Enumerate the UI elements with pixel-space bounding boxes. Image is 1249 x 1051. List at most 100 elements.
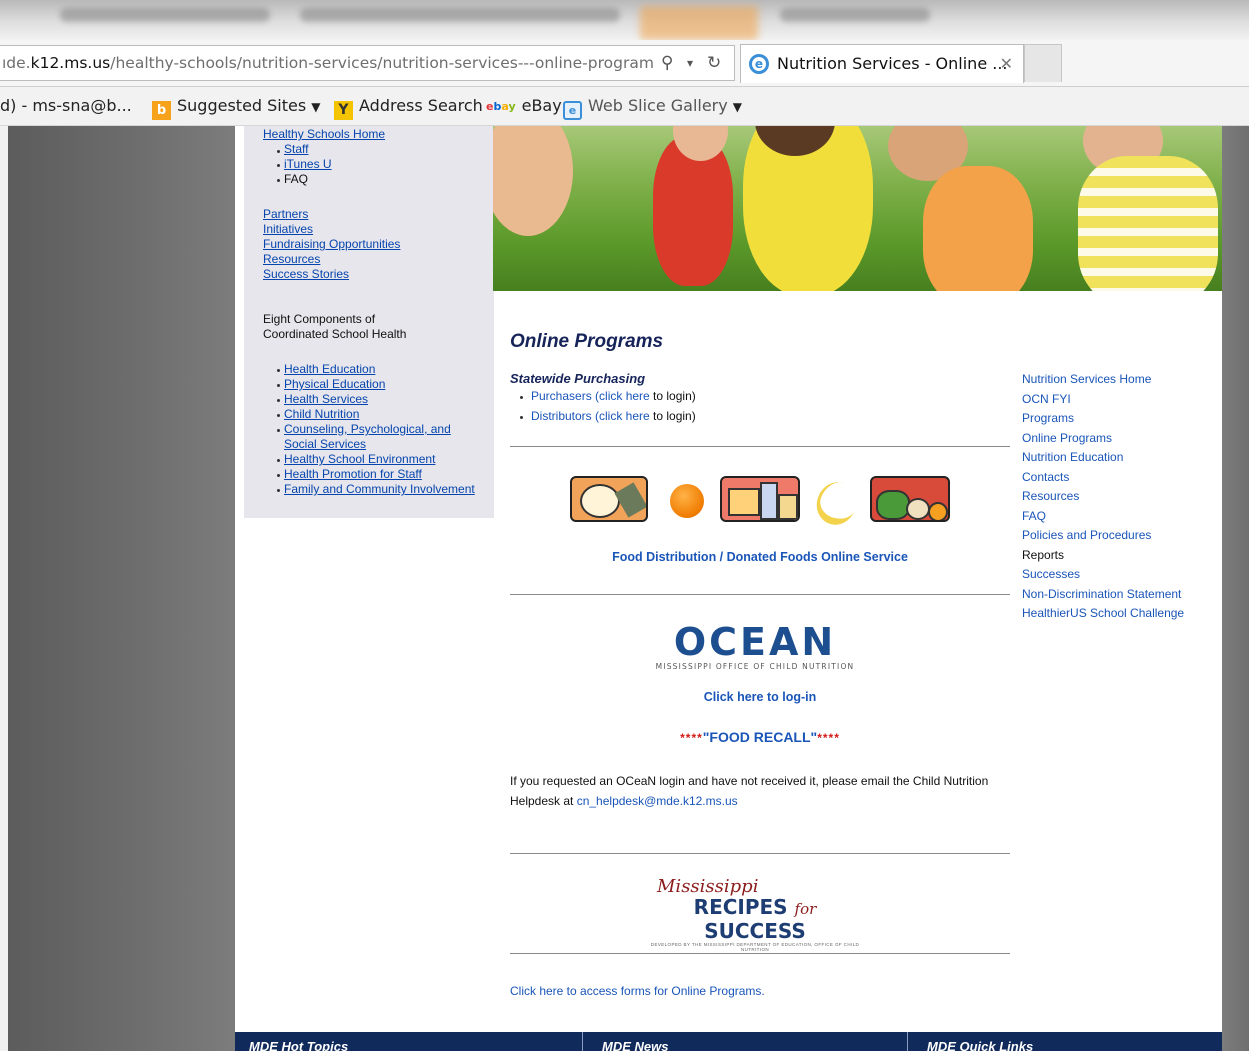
search-icon[interactable]: ⚲ (661, 46, 673, 80)
right-nav-item[interactable]: Contacts (1022, 470, 1069, 484)
right-nav-item[interactable]: Online Programs (1022, 431, 1112, 445)
bullet (277, 164, 280, 167)
recipes-for-success-logo[interactable]: Mississippi RECIPES for SUCCESS DEVELOPE… (647, 878, 863, 953)
bullet (277, 369, 280, 372)
fav-account[interactable]: d) - ms-sna@b... (0, 87, 132, 125)
right-nav-item[interactable]: Nutrition Education (1022, 450, 1123, 464)
child-arm-shape (493, 126, 573, 236)
right-nav-item[interactable]: Nutrition Services Home (1022, 372, 1151, 386)
footer-hot-topics[interactable]: MDE Hot Topics (249, 1039, 348, 1051)
online-program-forms-link[interactable]: Click here to access forms for Online Pr… (510, 984, 765, 998)
url-text[interactable]: ıde.k12.ms.us/healthy-schools/nutrition-… (2, 46, 654, 80)
tab-title: Nutrition Services - Online ... (777, 54, 1008, 73)
bullet (277, 429, 280, 432)
nav-health-promotion-staff[interactable]: Health Promotion for Staff (284, 467, 422, 482)
nav-health-education[interactable]: Health Education (284, 362, 375, 377)
tab-nutrition-services[interactable]: e Nutrition Services - Online ... ✕ (740, 44, 1024, 83)
chevron-down-icon: ▼ (311, 100, 321, 114)
yahoo-icon: Y (334, 101, 353, 120)
bullet (277, 399, 280, 402)
bullet (277, 150, 280, 153)
fav-web-slice-gallery[interactable]: e Web Slice Gallery ▼ (563, 87, 742, 126)
right-nav-item[interactable]: Programs (1022, 411, 1074, 425)
nav-healthy-school-environment[interactable]: Healthy School Environment (284, 452, 435, 467)
address-bar[interactable]: ıde.k12.ms.us/healthy-schools/nutrition-… (0, 45, 735, 81)
fav-address-search[interactable]: Y Address Search (334, 87, 483, 125)
right-nav-item[interactable]: Policies and Procedures (1022, 528, 1151, 542)
bing-icon: b (152, 101, 171, 120)
right-nav-item[interactable]: Non-Discrimination Statement (1022, 587, 1181, 601)
nav-success-stories[interactable]: Success Stories (263, 267, 349, 282)
food-clipart-dinner-icon[interactable] (570, 476, 648, 522)
nav-health-services[interactable]: Health Services (284, 392, 368, 407)
ocean-logo-text: OCEAN (673, 620, 837, 664)
nav-staff[interactable]: Staff (284, 142, 308, 157)
fav-suggested-sites[interactable]: b Suggested Sites ▼ (152, 87, 320, 126)
right-nav: Nutrition Services Home OCN FYI Programs… (1022, 370, 1184, 624)
distributors-line: Distributors (click here to login) (531, 409, 696, 423)
window-titlebar (0, 0, 1249, 40)
left-nav: Healthy Schools Home Staff iTunes U FAQ … (244, 126, 494, 518)
blurred-title-text (300, 8, 620, 22)
login-suffix: to login) (649, 409, 696, 423)
nav-counseling-cont[interactable]: Social Services (284, 437, 366, 452)
right-nav-item[interactable]: FAQ (1022, 509, 1046, 523)
food-distribution-link[interactable]: Food Distribution / Donated Foods Online… (510, 550, 1010, 564)
recipes-logo-word: RECIPES (693, 895, 788, 919)
footer-separator (907, 1032, 908, 1051)
login-notice: If you requested an OCeaN login and have… (510, 771, 990, 811)
footer-quick-links[interactable]: MDE Quick Links (927, 1039, 1033, 1051)
blurred-title-text (780, 8, 930, 22)
recipes-logo-success: SUCCESS (704, 919, 806, 943)
footer-news[interactable]: MDE News (602, 1039, 668, 1051)
ocean-logo[interactable]: OCEAN MISSISSIPPI OFFICE OF CHILD NUTRIT… (647, 623, 863, 673)
recall-text: "FOOD RECALL" (702, 729, 818, 745)
ocean-login-link[interactable]: Click here to log-in (510, 690, 1010, 704)
nav-resources[interactable]: Resources (263, 252, 320, 267)
child-orange-shirt (923, 166, 1033, 291)
web-slice-icon: e (563, 101, 582, 120)
chevron-down-icon: ▼ (732, 100, 742, 114)
ocean-logo-subtitle: MISSISSIPPI OFFICE OF CHILD NUTRITION (655, 662, 855, 671)
purchasers-link[interactable]: Purchasers (click here (531, 389, 650, 403)
purchasers-line: Purchasers (click here to login) (531, 389, 696, 403)
food-clipart-dairy-icon[interactable] (720, 476, 800, 522)
nav-itunes-u[interactable]: iTunes U (284, 157, 332, 172)
nav-fundraising[interactable]: Fundraising Opportunities (263, 237, 400, 252)
nav-child-nutrition[interactable]: Child Nutrition (284, 407, 359, 422)
helpdesk-email-link[interactable]: cn_helpdesk@mde.k12.ms.us (577, 794, 738, 808)
bullet (277, 459, 280, 462)
right-nav-item-current: Reports (1022, 547, 1065, 562)
right-nav-item[interactable]: Resources (1022, 489, 1079, 503)
food-recall-link[interactable]: ****"FOOD RECALL"**** (510, 729, 1010, 745)
divider (510, 953, 1010, 954)
divider (510, 446, 1010, 447)
fav-ebay[interactable]: ebay eBay (486, 87, 562, 126)
nav-counseling[interactable]: Counseling, Psychological, and (284, 422, 451, 437)
components-heading: Coordinated School Health (263, 327, 407, 341)
banana-icon (810, 476, 863, 531)
food-clipart-produce-icon[interactable] (870, 476, 950, 522)
hero-image (493, 126, 1222, 291)
components-heading: Eight Components of (263, 312, 376, 326)
nav-family-community[interactable]: Family and Community Involvement (284, 482, 475, 497)
refresh-icon[interactable]: ↻ (707, 46, 721, 80)
close-tab-icon[interactable]: ✕ (1000, 45, 1013, 83)
orange-icon (670, 484, 704, 518)
nav-faq[interactable]: FAQ (284, 172, 308, 187)
bullet (277, 179, 280, 182)
dropdown-arrow-icon[interactable]: ▾ (687, 46, 693, 80)
right-nav-item[interactable]: HealthierUS School Challenge (1022, 606, 1184, 620)
right-nav-item[interactable]: OCN FYI (1022, 392, 1071, 406)
right-nav-item[interactable]: Successes (1022, 567, 1080, 581)
ie-icon: e (749, 54, 769, 74)
nav-partners[interactable]: Partners (263, 207, 308, 222)
recipes-logo-credit: DEVELOPED BY THE MISSISSIPPI DEPARTMENT … (650, 942, 860, 952)
nav-healthy-schools-home[interactable]: Healthy Schools Home (263, 127, 385, 142)
favorites-bar: d) - ms-sna@b... b Suggested Sites ▼ Y Addr… (0, 87, 1249, 126)
blurred-title-text (60, 8, 270, 22)
new-tab-button[interactable] (1024, 44, 1062, 82)
distributors-link[interactable]: Distributors (click here (531, 409, 650, 423)
nav-initiatives[interactable]: Initiatives (263, 222, 313, 237)
nav-physical-education[interactable]: Physical Education (284, 377, 385, 392)
